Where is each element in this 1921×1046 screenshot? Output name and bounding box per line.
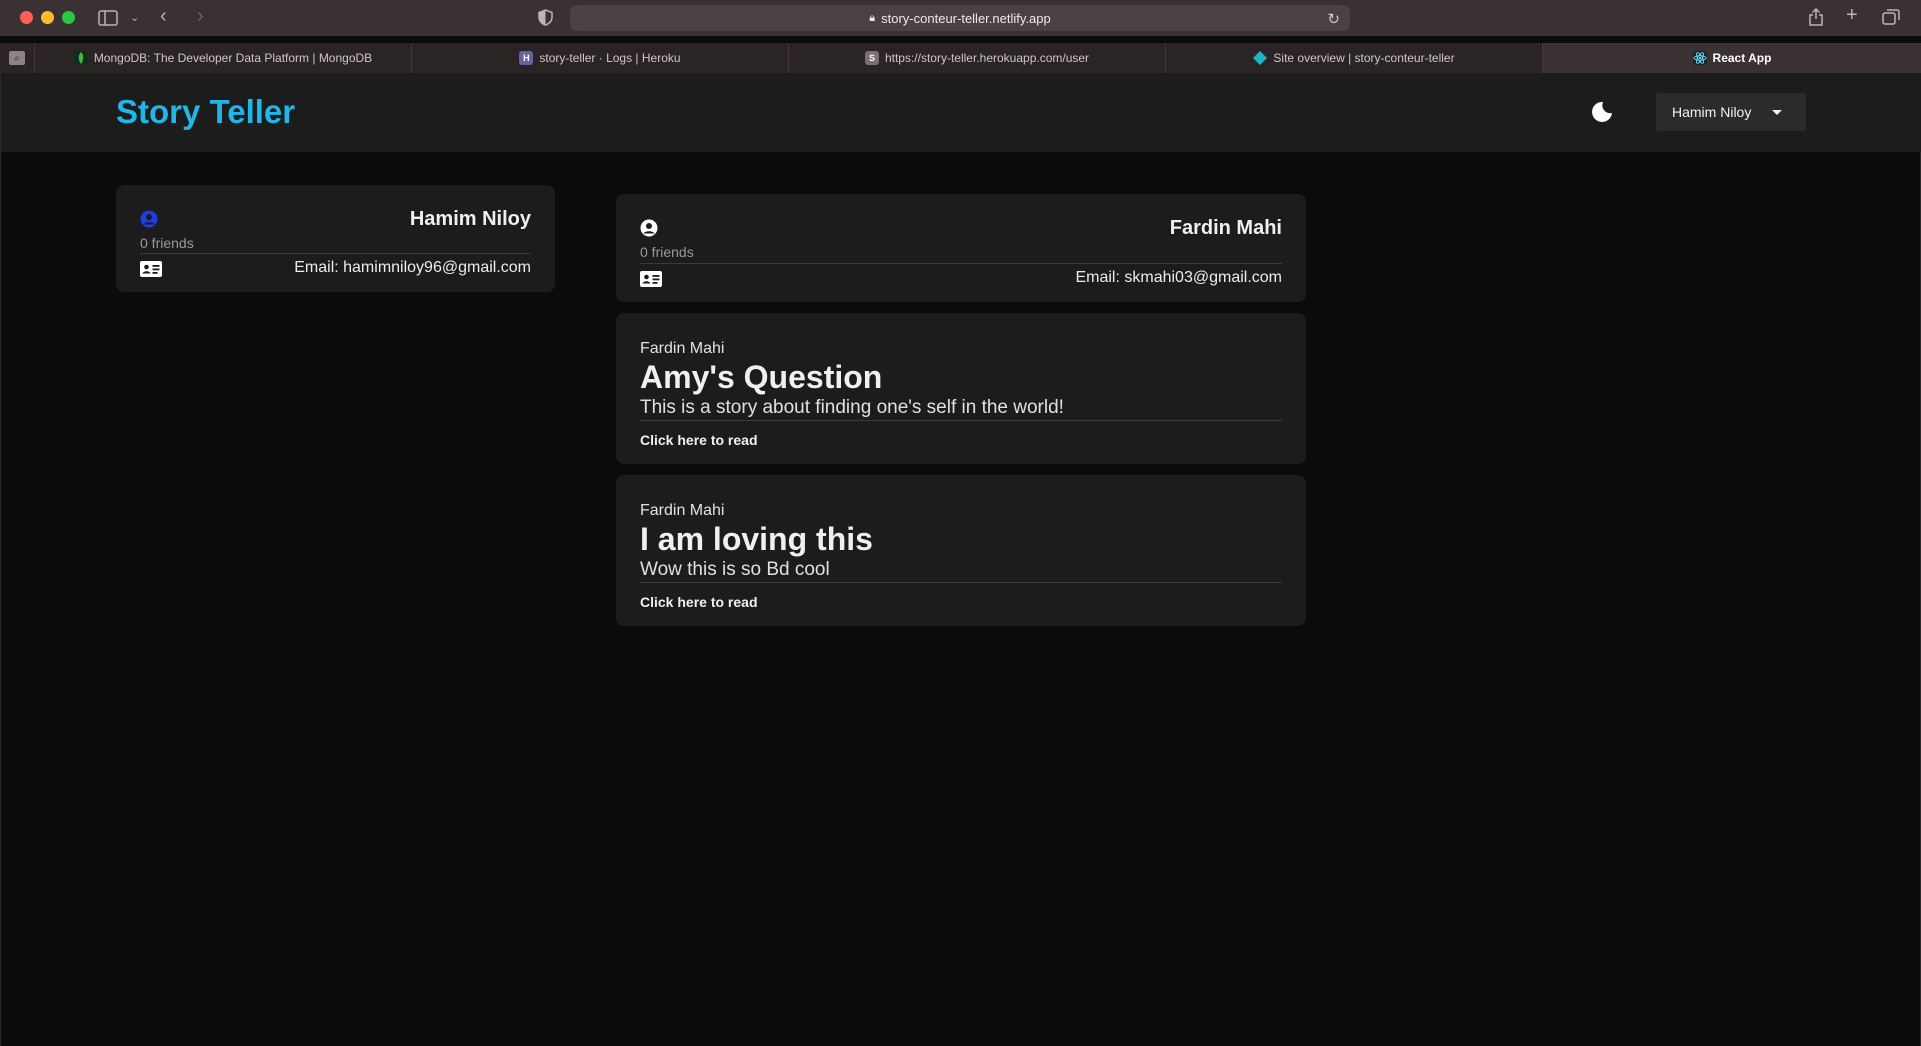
app-viewport: Story Teller Hamim Niloy Hamim Niloy 0 f… [0, 73, 1921, 1046]
tab-search-button[interactable]: ⌕ [0, 43, 35, 73]
story-description: Wow this is so Bd cool [640, 559, 830, 580]
story-card: Fardin Mahi I am loving this Wow this is… [616, 475, 1306, 626]
read-story-link[interactable]: Click here to read [640, 432, 758, 448]
story-card: Fardin Mahi Amy's Question This is a sto… [616, 313, 1306, 464]
divider [640, 582, 1282, 583]
user-menu-dropdown[interactable]: Hamim Niloy [1656, 93, 1806, 131]
id-card-icon [640, 271, 662, 287]
profile-email: Email: skmahi03@gmail.com [1075, 269, 1282, 286]
lock-icon: 🔒︎ [869, 11, 876, 24]
window-controls [20, 11, 75, 24]
new-tab-icon[interactable]: + [1846, 5, 1858, 25]
tab-netlify[interactable]: Site overview | story-conteur-teller [1166, 43, 1543, 73]
letter-s-icon: S [864, 51, 879, 65]
divider [640, 420, 1282, 421]
mongodb-leaf-icon [73, 51, 88, 65]
divider [640, 263, 1282, 264]
user-circle-icon [140, 210, 158, 228]
my-profile-card: Hamim Niloy 0 friends Email: hamimniloy9… [116, 185, 555, 292]
friends-count: 0 friends [640, 244, 694, 260]
user-menu-label: Hamim Niloy [1672, 104, 1752, 120]
zoom-window-button[interactable] [62, 11, 75, 24]
tab-react-app[interactable]: React App [1543, 43, 1921, 73]
id-card-icon [140, 261, 162, 277]
moon-icon[interactable] [1590, 100, 1614, 124]
reload-icon[interactable]: ↻ [1327, 10, 1340, 28]
caret-down-icon [1772, 110, 1782, 115]
tab-herokuapp-user[interactable]: S https://story-teller.herokuapp.com/use… [789, 43, 1166, 73]
forward-icon[interactable]: › [197, 6, 204, 26]
search-icon: ⌕ [9, 51, 25, 65]
tab-mongodb[interactable]: MongoDB: The Developer Data Platform | M… [35, 43, 412, 73]
back-icon[interactable]: ‹ [160, 6, 167, 26]
story-author: Fardin Mahi [640, 502, 725, 519]
profile-name: Fardin Mahi [1169, 217, 1282, 239]
friends-count: 0 friends [140, 235, 194, 251]
profile-email: Email: hamimniloy96@gmail.com [294, 259, 531, 276]
minimize-window-button[interactable] [41, 11, 54, 24]
shield-icon[interactable] [538, 9, 553, 30]
story-title: I am loving this [640, 521, 873, 557]
address-bar[interactable]: 🔒︎ story-conteur-teller.netlify.app ↻ [570, 5, 1350, 31]
share-icon[interactable] [1808, 7, 1824, 30]
heroku-icon: H [519, 51, 534, 65]
react-atom-icon [1692, 51, 1707, 65]
tab-heroku[interactable]: H story-teller · Logs | Heroku [412, 43, 789, 73]
chevron-down-icon[interactable]: ⌄ [130, 10, 139, 26]
user-circle-icon [640, 219, 658, 237]
browser-titlebar: ⌄ ‹ › 🔒︎ story-conteur-teller.netlify.ap… [0, 0, 1921, 36]
story-author: Fardin Mahi [640, 340, 725, 357]
divider [140, 253, 531, 254]
tab-label: React App [1712, 51, 1772, 65]
sidebar-toggle-icon[interactable] [98, 10, 118, 30]
url-text: story-conteur-teller.netlify.app [881, 10, 1051, 26]
brand-logo[interactable]: Story Teller [116, 93, 295, 131]
viewed-profile-card: Fardin Mahi 0 friends Email: skmahi03@gm… [616, 194, 1306, 302]
tab-label: Site overview | story-conteur-teller [1273, 51, 1455, 65]
netlify-diamond-icon [1253, 51, 1268, 65]
story-description: This is a story about finding one's self… [640, 397, 1064, 418]
story-title: Amy's Question [640, 359, 883, 395]
tab-label: MongoDB: The Developer Data Platform | M… [93, 51, 373, 65]
read-story-link[interactable]: Click here to read [640, 594, 758, 610]
close-window-button[interactable] [20, 11, 33, 24]
tab-overview-icon[interactable] [1882, 9, 1900, 29]
tab-label: story-teller · Logs | Heroku [539, 51, 681, 65]
navbar: Story Teller Hamim Niloy [1, 73, 1921, 152]
tab-label: https://story-teller.herokuapp.com/user [884, 51, 1090, 65]
profile-name: Hamim Niloy [409, 208, 531, 230]
tab-bar: ⌕ MongoDB: The Developer Data Platform |… [0, 43, 1921, 73]
